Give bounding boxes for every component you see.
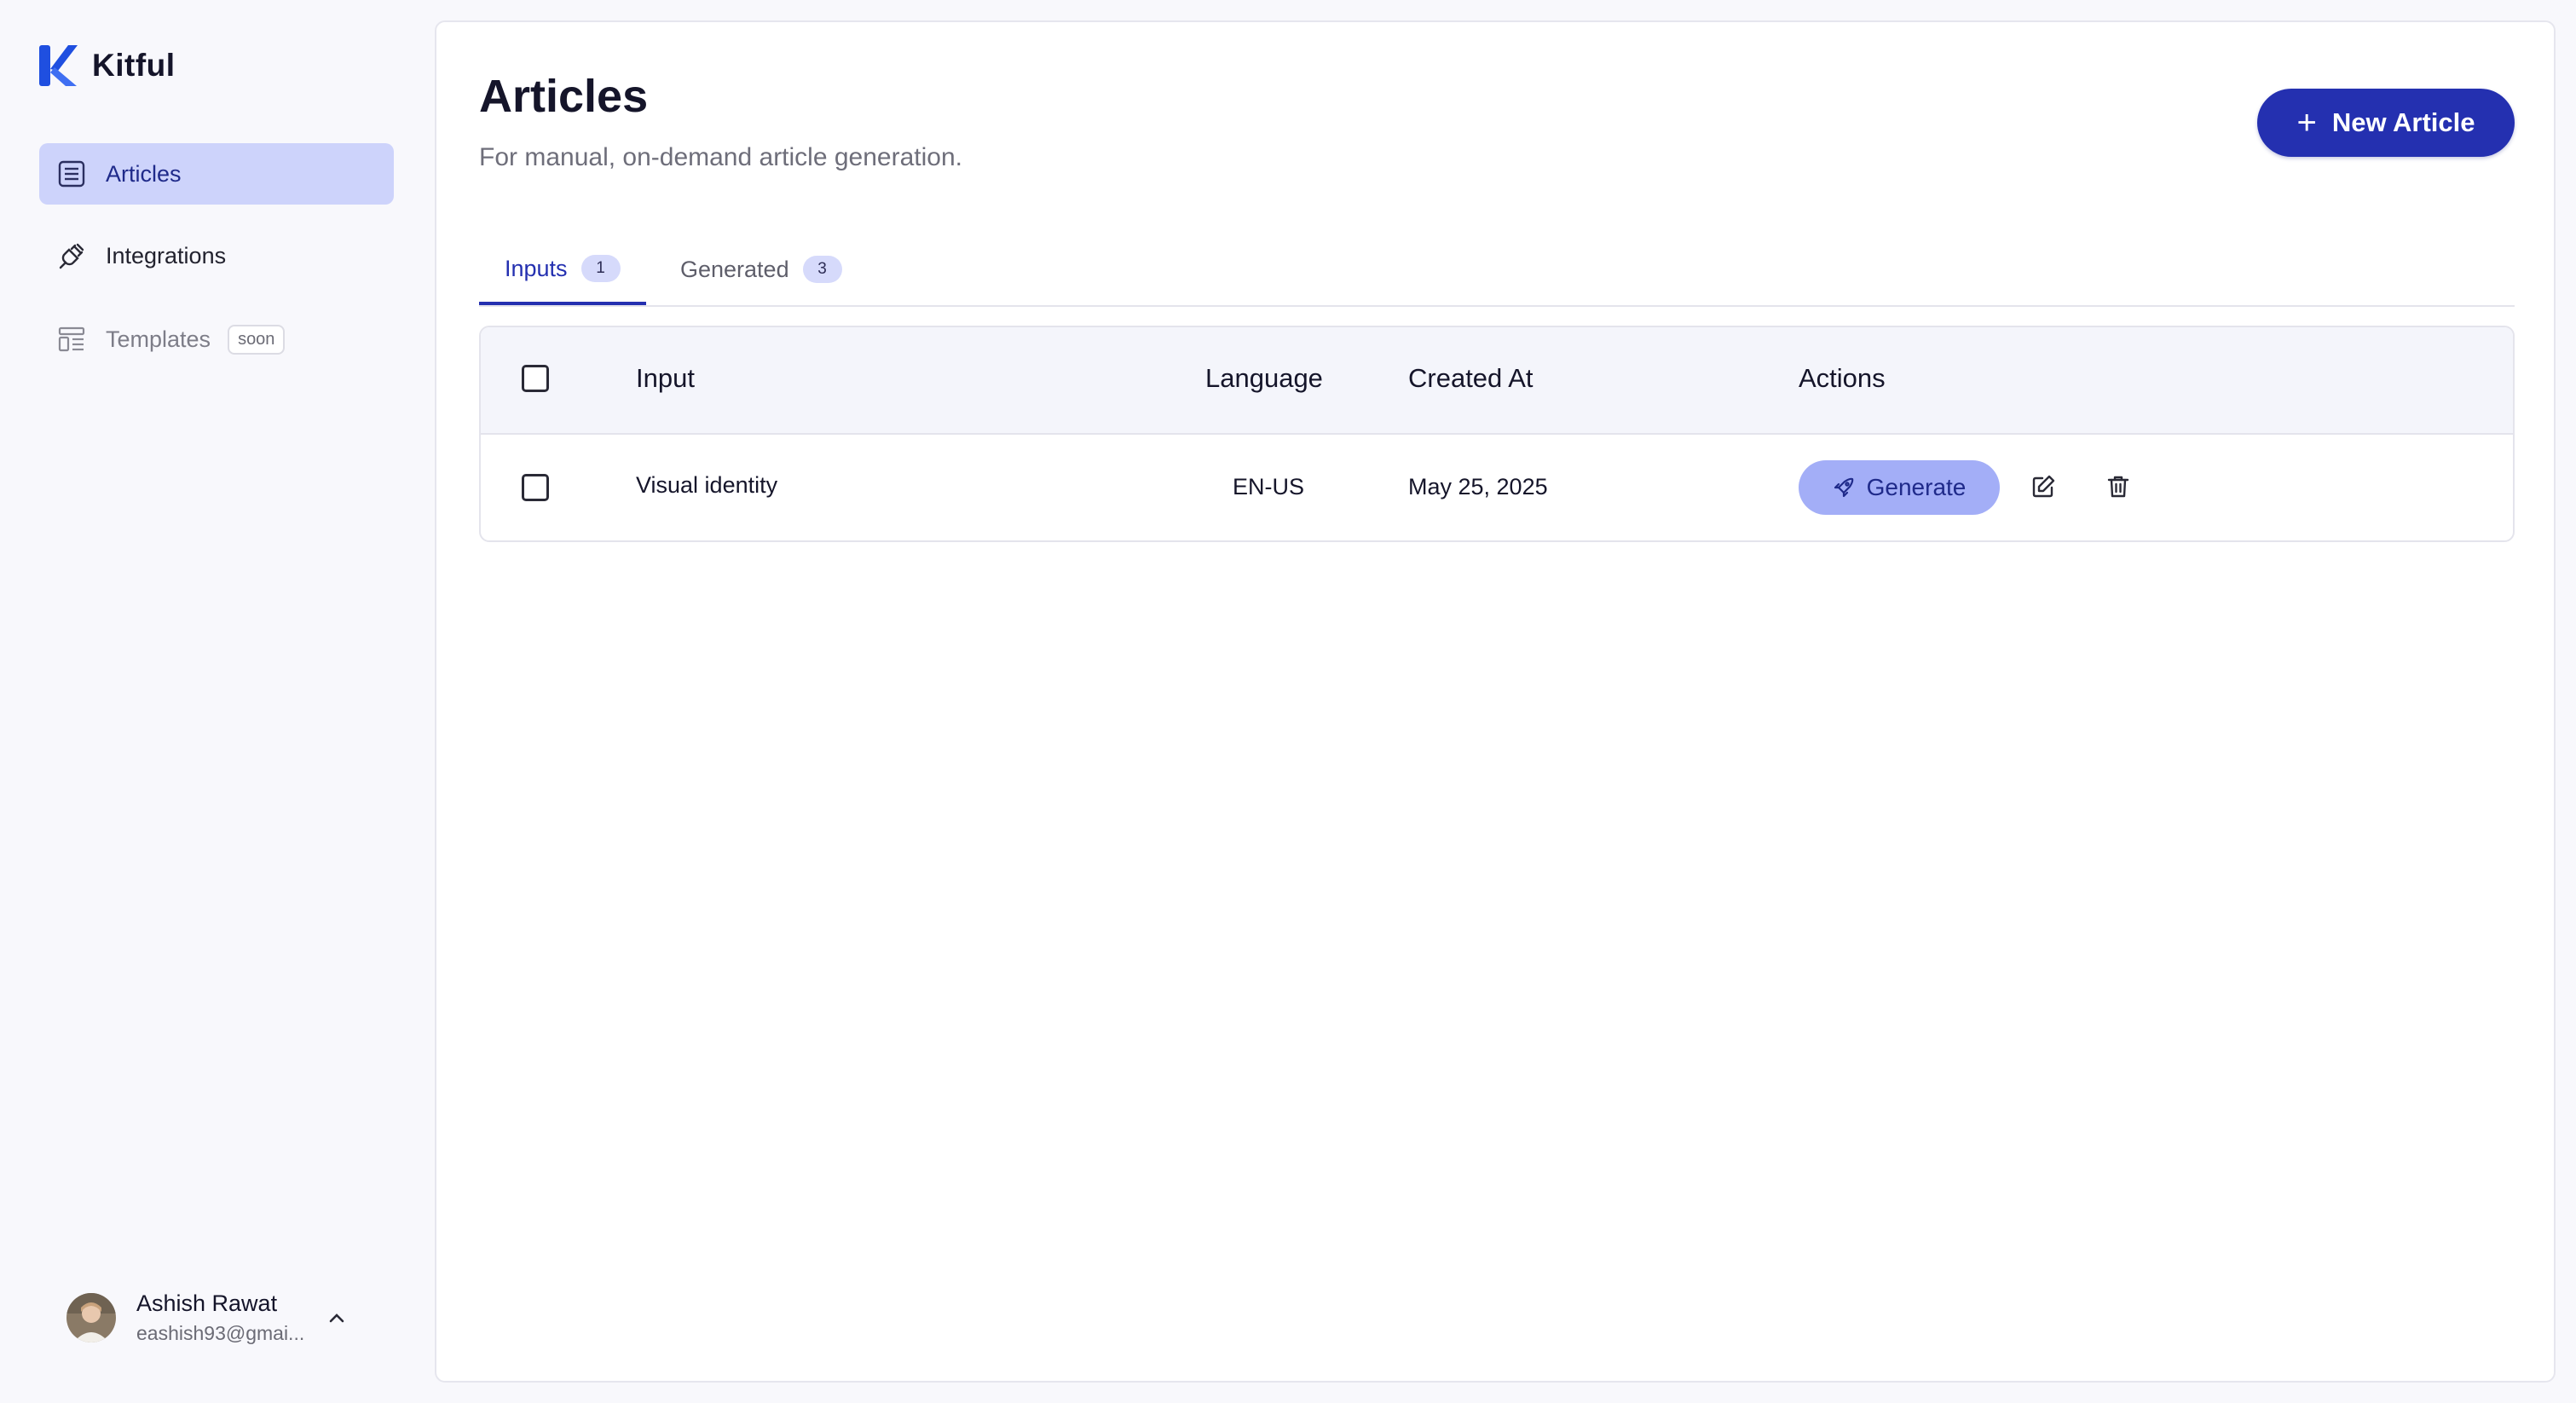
generate-button[interactable]: Generate <box>1799 460 2000 515</box>
generate-label: Generate <box>1866 474 1967 500</box>
user-name: Ashish Rawat <box>136 1290 278 1316</box>
sidebar-item-label: Integrations <box>106 242 227 268</box>
tab-bar: Inputs 1 Generated 3 <box>479 235 2515 307</box>
table-header: Input Language Created At Actions <box>481 327 2513 435</box>
column-header-language[interactable]: Language <box>1205 363 1323 394</box>
layout-icon <box>56 324 87 355</box>
count-badge: 1 <box>580 255 621 282</box>
page-title: Articles <box>479 71 649 122</box>
avatar <box>66 1293 116 1342</box>
column-header-created-at[interactable]: Created At <box>1408 363 1533 394</box>
new-article-button[interactable]: + New Article <box>2257 89 2515 157</box>
column-header-input[interactable]: Input <box>636 363 695 394</box>
brand-name: Kitful <box>92 48 176 83</box>
page-subtitle: For manual, on-demand article generation… <box>479 143 962 171</box>
cell-created-at: May 25, 2025 <box>1408 474 1548 499</box>
cell-language: EN-US <box>1233 474 1305 499</box>
kitful-logo-icon <box>39 45 78 86</box>
list-icon <box>56 159 87 189</box>
count-badge: 3 <box>802 256 842 283</box>
edit-icon[interactable] <box>2029 472 2058 501</box>
cell-input: Visual identity <box>636 472 778 498</box>
sidebar-item-articles[interactable]: Articles <box>39 143 394 205</box>
column-header-actions: Actions <box>1799 363 1886 393</box>
sidebar-item-label: Templates <box>106 326 211 352</box>
tab-label: Generated <box>680 256 789 282</box>
table-row[interactable]: Visual identity EN-US May 25, 2025 Gener… <box>481 433 2513 540</box>
sidebar-item-templates[interactable]: Templates soon <box>39 309 394 370</box>
main-panel: Articles For manual, on-demand article g… <box>435 20 2556 1383</box>
sidebar-item-integrations[interactable]: Integrations <box>39 225 394 286</box>
chevron-up-icon[interactable] <box>325 1306 349 1330</box>
inputs-table: Input Language Created At Actions Visual… <box>479 326 2515 542</box>
tab-label: Inputs <box>505 255 568 281</box>
sidebar-item-label: Articles <box>106 160 182 187</box>
rocket-icon <box>1834 477 1853 498</box>
tab-inputs[interactable]: Inputs 1 <box>479 235 646 305</box>
plug-icon <box>56 240 87 271</box>
new-article-label: New Article <box>2331 107 2475 137</box>
trash-icon[interactable] <box>2104 472 2133 501</box>
select-all-checkbox[interactable] <box>522 365 549 392</box>
sidebar: Kitful Articles Integrations Templates s… <box>0 0 433 1403</box>
user-email: eashish93@gmai... <box>136 1322 305 1344</box>
brand[interactable]: Kitful <box>38 43 176 89</box>
user-menu[interactable]: Ashish Rawat eashish93@gmai... <box>66 1285 356 1350</box>
tab-generated[interactable]: Generated 3 <box>655 235 868 303</box>
row-checkbox[interactable] <box>522 474 549 501</box>
soon-badge: soon <box>228 324 286 355</box>
plus-icon: + <box>2296 104 2317 141</box>
